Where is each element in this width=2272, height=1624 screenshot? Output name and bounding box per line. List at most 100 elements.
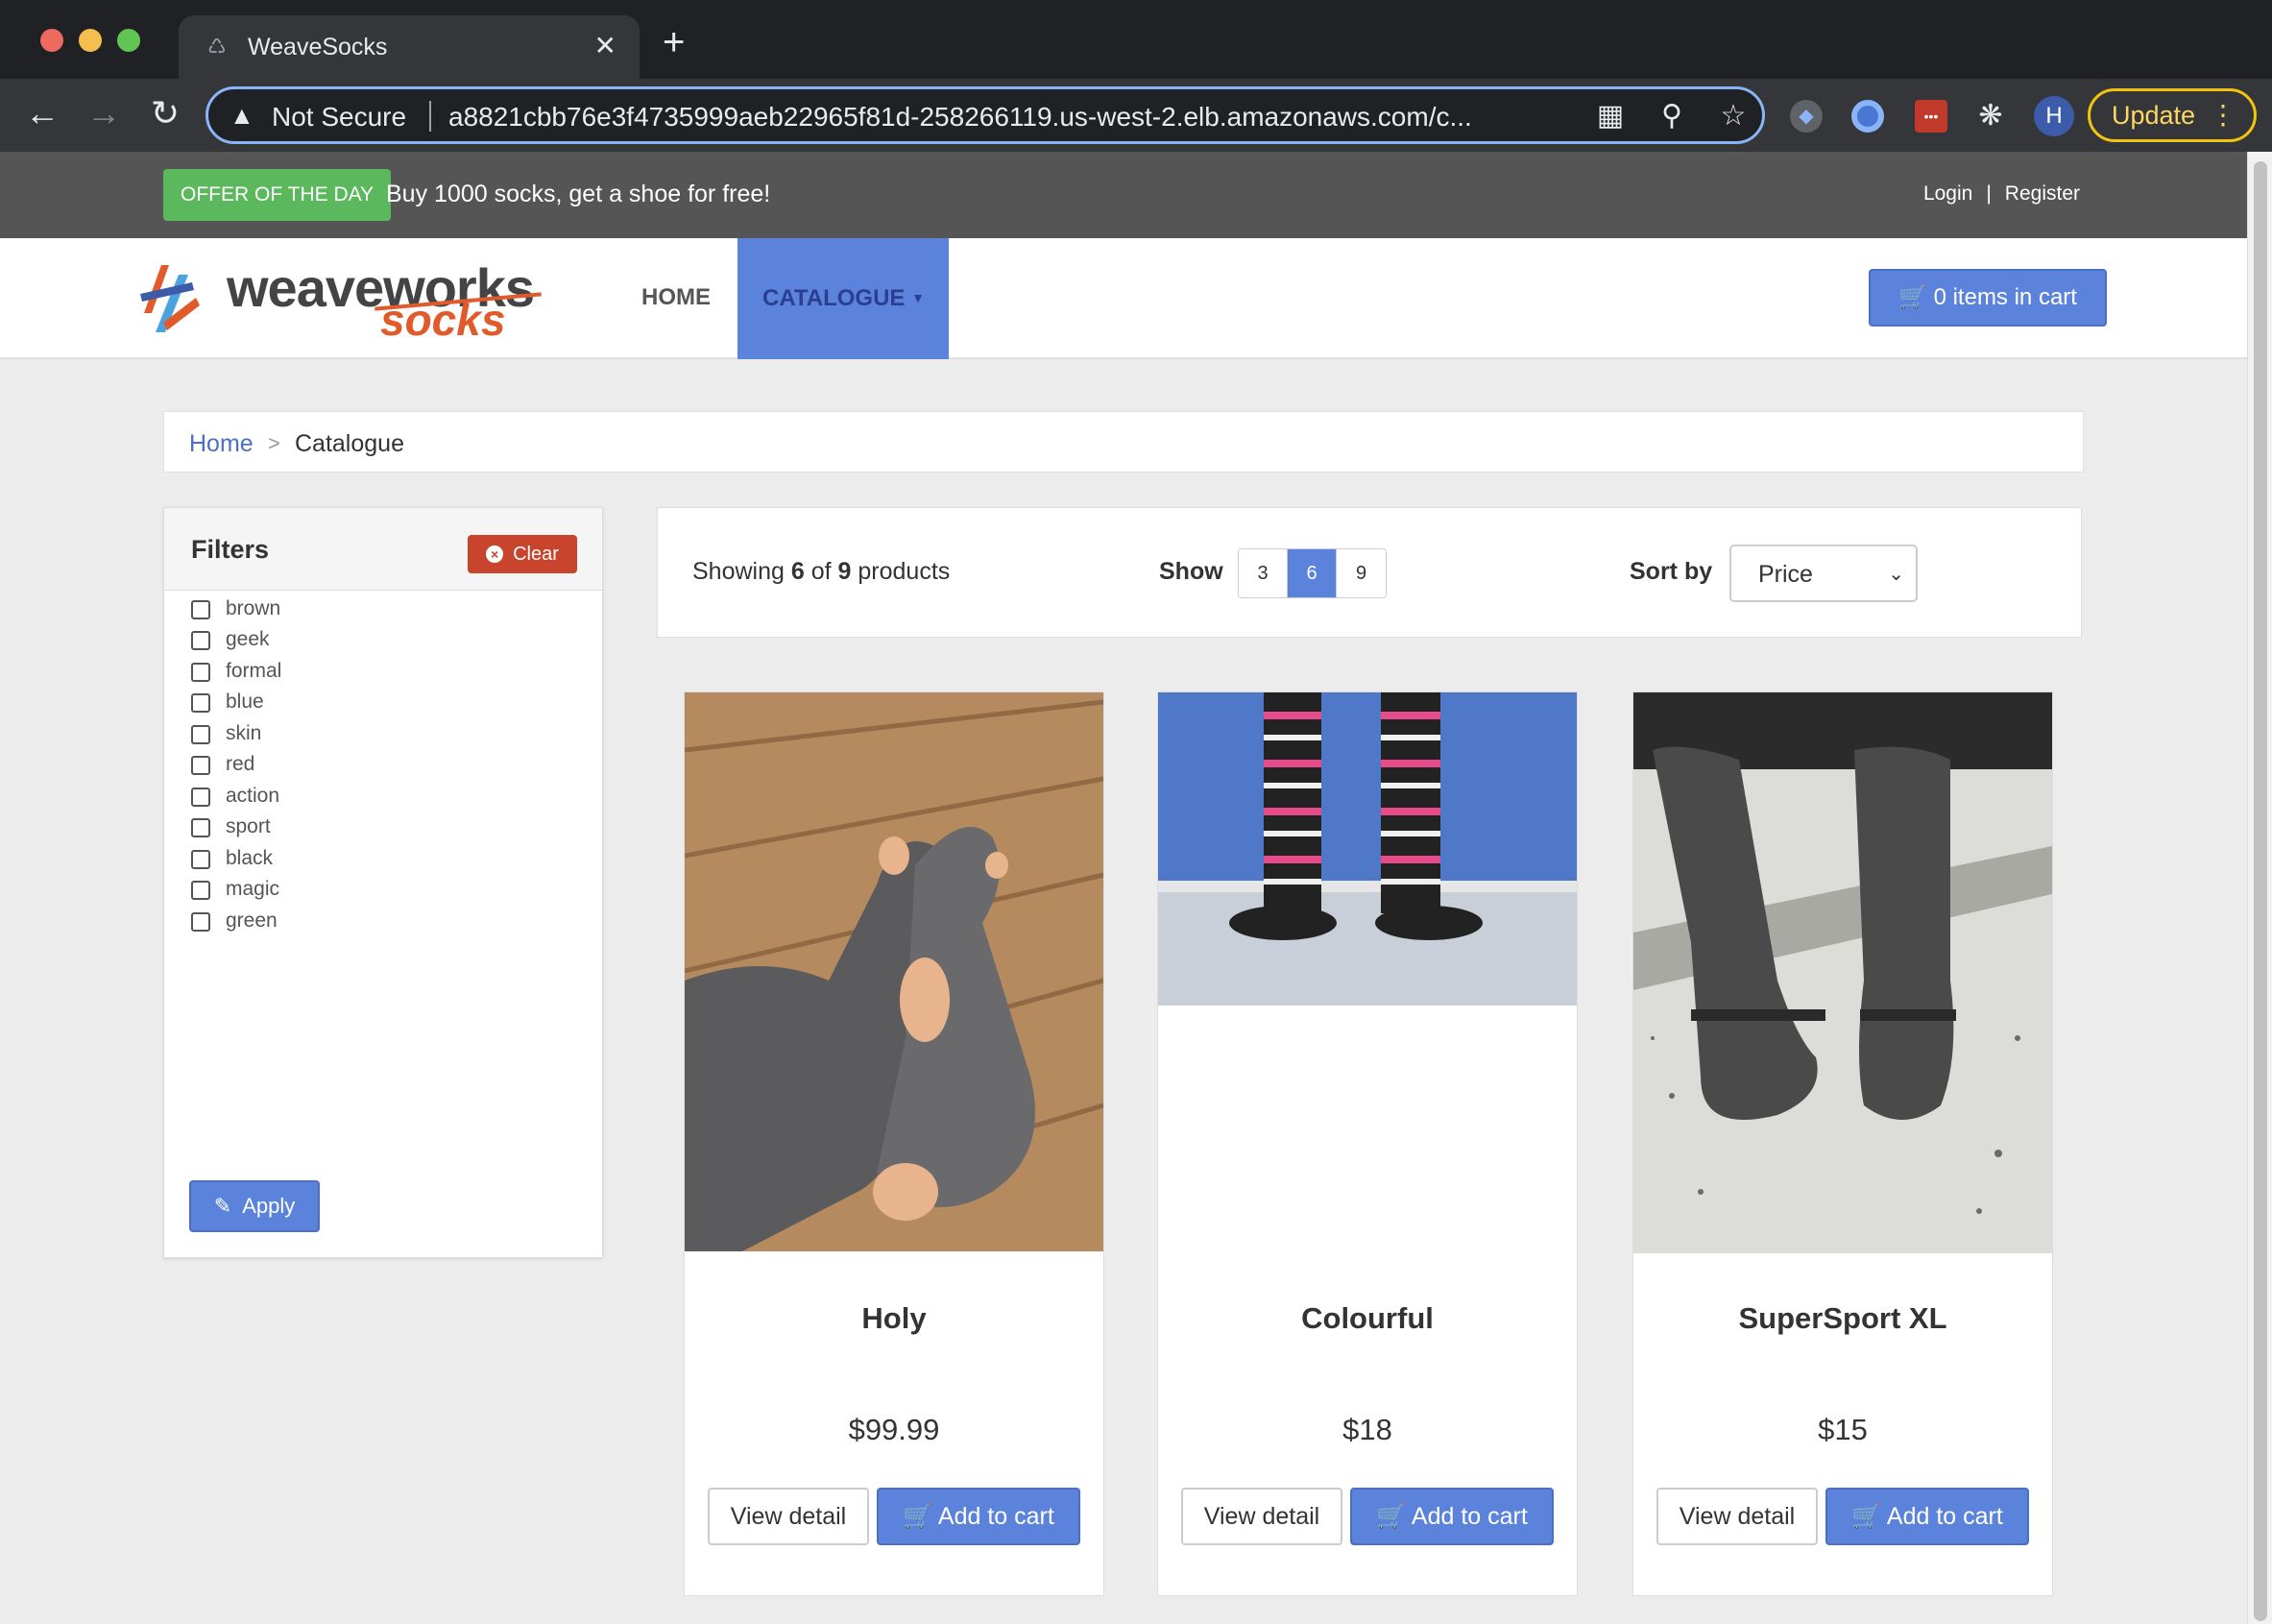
extension-password-icon[interactable]: •••	[1915, 100, 1947, 133]
cart-button[interactable]: 🛒 0 items in cart	[1869, 269, 2107, 327]
view-detail-button[interactable]: View detail	[708, 1488, 869, 1545]
offer-badge: OFFER OF THE DAY	[163, 169, 392, 221]
site-logo[interactable]: weaveworks socks	[134, 254, 547, 350]
scrollbar-thumb[interactable]	[2254, 161, 2267, 1621]
filter-checkbox[interactable]	[191, 850, 210, 869]
clear-filters-button[interactable]: × Clear	[468, 535, 577, 573]
cart-label: 0 items in cart	[1933, 284, 2077, 310]
bookmark-star-icon[interactable]: ☆	[1714, 99, 1752, 133]
add-to-cart-button[interactable]: 🛒 Add to cart	[1825, 1488, 2029, 1545]
window-zoom-button[interactable]	[117, 29, 140, 52]
logo-mark-icon	[140, 265, 200, 332]
filter-checkbox[interactable]	[191, 881, 210, 900]
tab-title: WeaveSocks	[248, 34, 388, 61]
clear-x-icon: ×	[486, 545, 504, 563]
browser-tab-strip: ♺ WeaveSocks ✕ +	[0, 0, 2272, 79]
qr-code-icon[interactable]: ▦	[1591, 99, 1630, 133]
address-bar[interactable]: ▲ Not Secure a8821cbb76e3f4735999aeb2296…	[205, 86, 1765, 144]
profile-avatar[interactable]: H	[2034, 96, 2074, 136]
browser-tab[interactable]: ♺ WeaveSocks ✕	[179, 15, 640, 79]
register-link[interactable]: Register	[2005, 182, 2080, 205]
breadcrumb-home-link[interactable]: Home	[189, 429, 254, 458]
show-label: Show	[1159, 558, 1223, 585]
url-text[interactable]: a8821cbb76e3f4735999aeb22965f81d-2582661…	[448, 102, 1582, 133]
filter-label: magic	[226, 878, 280, 900]
product-image[interactable]	[685, 692, 1103, 1251]
window-minimize-button[interactable]	[79, 29, 102, 52]
login-link[interactable]: Login	[1923, 182, 1972, 205]
filter-checkbox[interactable]	[191, 818, 210, 837]
new-tab-icon[interactable]: +	[663, 23, 685, 61]
product-name[interactable]: SuperSport XL	[1633, 1299, 2052, 1338]
apply-filters-button[interactable]: ✎ Apply	[189, 1180, 320, 1232]
page-size-6[interactable]: 6	[1288, 549, 1337, 597]
browser-update-button[interactable]: Update ⋮	[2088, 88, 2257, 142]
warning-triangle-icon[interactable]: ▲	[230, 101, 254, 130]
update-label: Update	[2112, 101, 2196, 130]
cart-icon: 🛒	[903, 1503, 933, 1530]
page-scrollbar[interactable]	[2247, 152, 2272, 1624]
clear-label: Clear	[513, 544, 559, 565]
add-to-cart-button[interactable]: 🛒 Add to cart	[877, 1488, 1080, 1545]
filter-label: geek	[226, 628, 270, 650]
product-price: $15	[1818, 1413, 1868, 1446]
filter-label: green	[226, 909, 278, 932]
extension-shield-icon[interactable]: ◆	[1790, 100, 1823, 133]
sort-select[interactable]: Price ⌄	[1729, 545, 1918, 602]
cart-icon: 🛒	[1898, 284, 1927, 310]
offer-text: Buy 1000 socks, get a shoe for free!	[386, 181, 771, 207]
page-size-3[interactable]: 3	[1239, 549, 1288, 597]
product-card: Colourful $18 View detail 🛒 Add to cart	[1157, 691, 1578, 1596]
forward-arrow-icon[interactable]: →	[83, 92, 125, 134]
zoom-icon[interactable]: ⚲	[1653, 99, 1691, 133]
reload-icon[interactable]: ↻	[144, 92, 186, 134]
product-card: Holy $99.99 View detail 🛒 Add to cart	[684, 691, 1104, 1596]
filters-header: Filters × Clear	[164, 508, 602, 591]
back-arrow-icon[interactable]: ←	[21, 92, 63, 134]
logo-subtitle: socks	[380, 295, 506, 345]
add-to-cart-label: Add to cart	[1411, 1503, 1528, 1530]
view-detail-button[interactable]: View detail	[1656, 1488, 1818, 1545]
nav-home-link[interactable]: HOME	[641, 282, 711, 313]
nav-catalogue-dropdown[interactable]: CATALOGUE ▼	[737, 238, 949, 359]
filter-checkbox[interactable]	[191, 725, 210, 744]
add-to-cart-button[interactable]: 🛒 Add to cart	[1350, 1488, 1554, 1545]
sort-value: Price	[1758, 561, 1813, 588]
filter-label: formal	[226, 660, 282, 682]
add-to-cart-label: Add to cart	[1886, 1503, 2003, 1530]
caret-down-icon: ▼	[911, 290, 925, 305]
add-to-cart-label: Add to cart	[937, 1503, 1054, 1530]
nav-catalogue-label: CATALOGUE ▼	[762, 285, 925, 311]
filter-label: sport	[226, 815, 271, 837]
filter-checkbox[interactable]	[191, 912, 210, 932]
extension-circle-icon[interactable]	[1851, 100, 1884, 133]
filter-checkbox[interactable]	[191, 631, 210, 650]
tab-close-icon[interactable]: ✕	[594, 31, 616, 61]
product-name[interactable]: Colourful	[1158, 1299, 1577, 1338]
filter-label: black	[226, 847, 274, 869]
product-image[interactable]	[1158, 692, 1577, 1006]
more-menu-icon[interactable]: ⋮	[2210, 91, 2236, 139]
filter-checkbox[interactable]	[191, 788, 210, 807]
offer-bar: OFFER OF THE DAY Buy 1000 socks, get a s…	[0, 152, 2247, 238]
chevron-down-icon: ⌄	[1888, 564, 1904, 585]
cart-icon: 🛒	[1376, 1503, 1407, 1530]
sort-label: Sort by	[1630, 558, 1713, 585]
holy-socks-image	[685, 692, 1103, 1251]
page-favicon-icon: ♺	[207, 35, 227, 59]
product-price: $99.99	[848, 1413, 940, 1446]
browser-toolbar: ← → ↻ ▲ Not Secure a8821cbb76e3f4735999a…	[0, 79, 2272, 152]
filter-checkbox[interactable]	[191, 663, 210, 682]
filter-checkbox[interactable]	[191, 693, 210, 713]
window-close-button[interactable]	[40, 29, 63, 52]
filter-checkbox[interactable]	[191, 756, 210, 775]
product-image[interactable]	[1633, 692, 2052, 1253]
security-indicator[interactable]: Not Secure	[272, 102, 406, 133]
auth-separator: |	[1986, 182, 1992, 205]
filter-checkbox[interactable]	[191, 600, 210, 619]
auth-links: Login | Register	[1923, 181, 2080, 207]
extensions-puzzle-icon[interactable]: ❋	[1974, 100, 2007, 133]
product-name[interactable]: Holy	[685, 1299, 1103, 1338]
page-size-9[interactable]: 9	[1337, 549, 1386, 597]
view-detail-button[interactable]: View detail	[1181, 1488, 1342, 1545]
